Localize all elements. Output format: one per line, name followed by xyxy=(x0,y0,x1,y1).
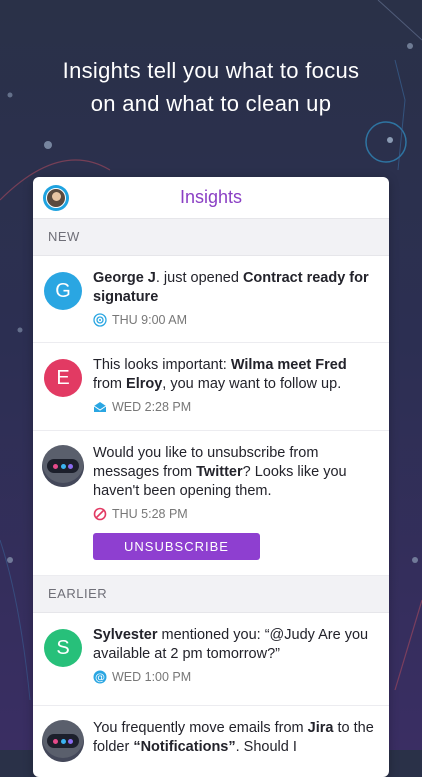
section-label-new: NEW xyxy=(33,219,389,256)
insight-item[interactable]: S Sylvester mentioned you: “@Judy Are yo… xyxy=(33,613,389,706)
avatar: S xyxy=(44,629,82,667)
at-icon: @ xyxy=(93,670,107,684)
onboarding-headline: Insights tell you what to focus on and w… xyxy=(0,54,422,120)
insights-card: Insights NEW G George J. just opened Con… xyxy=(33,177,389,777)
insight-message: You frequently move emails from Jira to … xyxy=(93,720,374,755)
insight-message: George J. just opened Contract ready for… xyxy=(93,270,369,305)
card-title: Insights xyxy=(179,187,243,207)
section-label-earlier: EARLIER xyxy=(33,576,389,613)
insight-time: WED 1:00 PM xyxy=(112,670,192,684)
user-avatar[interactable] xyxy=(43,185,69,211)
insight-meta: THU 5:28 PM xyxy=(93,505,375,523)
insight-message: Would you like to unsubscribe from messa… xyxy=(93,445,347,499)
unsubscribe-button[interactable]: UNSUBSCRIBE xyxy=(93,533,260,560)
svg-text:@: @ xyxy=(95,673,105,684)
insight-time: THU 9:00 AM xyxy=(112,313,188,327)
insight-item[interactable]: E This looks important: Wilma meet Fred … xyxy=(33,343,389,431)
insight-item[interactable]: You frequently move emails from Jira to … xyxy=(33,706,389,777)
blocked-icon xyxy=(93,507,107,521)
insight-item[interactable]: Would you like to unsubscribe from messa… xyxy=(33,431,389,576)
headline-line-1: Insights tell you what to focus xyxy=(62,58,360,83)
card-header: Insights xyxy=(33,177,389,219)
assistant-robot-avatar xyxy=(42,720,84,762)
insight-message: Sylvester mentioned you: “@Judy Are you … xyxy=(93,627,369,662)
broadcast-icon xyxy=(93,313,107,327)
avatar: E xyxy=(44,359,82,397)
headline-line-2: on and what to clean up xyxy=(90,91,332,116)
insight-meta: THU 9:00 AM xyxy=(93,311,375,329)
envelope-open-icon xyxy=(93,400,107,414)
insight-item[interactable]: G George J. just opened Contract ready f… xyxy=(33,256,389,343)
insight-time: THU 5:28 PM xyxy=(112,507,188,521)
insight-meta: WED 2:28 PM xyxy=(93,398,375,416)
insight-message: This looks important: Wilma meet Fred fr… xyxy=(93,357,347,392)
avatar: G xyxy=(44,272,82,310)
insight-meta: @ WED 1:00 PM xyxy=(93,668,375,686)
insight-time: WED 2:28 PM xyxy=(112,400,192,414)
assistant-robot-avatar xyxy=(42,445,84,487)
